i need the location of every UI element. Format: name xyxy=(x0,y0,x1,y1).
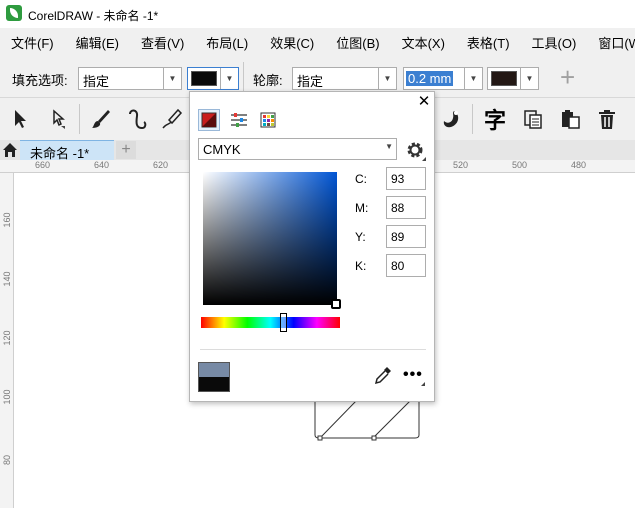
cyan-label: C: xyxy=(355,172,367,186)
document-tab[interactable]: 未命名 -1* xyxy=(20,140,114,161)
document-tab-label: 未命名 -1* xyxy=(30,146,90,161)
pick-tool-icon[interactable] xyxy=(5,104,35,134)
menu-effects[interactable]: 效果(C) xyxy=(259,33,325,52)
ruler-label: 100 xyxy=(2,389,12,405)
ruler-label: 620 xyxy=(153,160,169,170)
ruler-label: 80 xyxy=(2,455,12,466)
menu-text[interactable]: 文本(X) xyxy=(391,33,456,52)
title-bar: CorelDRAW - 未命名 -1* xyxy=(0,0,635,28)
shape-tool-icon[interactable] xyxy=(42,104,72,134)
text-tool-icon[interactable]: 字 xyxy=(480,104,510,134)
color-palettes-mode-icon[interactable] xyxy=(257,109,279,131)
chevron-down-icon: ▼ xyxy=(385,142,393,151)
ruler-label: 640 xyxy=(94,160,110,170)
menu-view[interactable]: 查看(V) xyxy=(130,33,195,52)
separator xyxy=(243,62,244,92)
add-preset-icon[interactable]: + xyxy=(560,64,575,90)
window-title: CorelDRAW - 未命名 -1* xyxy=(28,9,159,23)
eyedropper-icon[interactable] xyxy=(373,365,393,385)
calligraphy-tool-icon[interactable] xyxy=(157,104,187,134)
magenta-label: M: xyxy=(355,201,369,215)
hue-slider-handle[interactable] xyxy=(280,313,287,332)
menu-tools[interactable]: 工具(O) xyxy=(521,33,588,52)
color-field[interactable] xyxy=(203,172,337,305)
menu-window[interactable]: 窗口(W) xyxy=(587,33,635,52)
coreldraw-logo-icon xyxy=(6,5,22,21)
separator xyxy=(79,104,80,134)
fill-type-dropdown[interactable]: 指定 ▼ xyxy=(78,67,182,90)
color-sliders-mode-icon[interactable] xyxy=(228,109,250,131)
black-label: K: xyxy=(355,259,367,273)
chevron-down-icon: ▼ xyxy=(378,68,396,89)
ruler-label: 660 xyxy=(35,160,51,170)
yellow-input[interactable]: 89 xyxy=(386,225,426,248)
table-tool-icon[interactable] xyxy=(518,104,548,134)
magenta-input[interactable]: 88 xyxy=(386,196,426,219)
outline-color-swatch xyxy=(491,71,517,86)
menu-table[interactable]: 表格(T) xyxy=(456,33,521,52)
outline-label: 轮廓: xyxy=(253,73,283,88)
cyan-input[interactable]: 93 xyxy=(386,167,426,190)
divider xyxy=(200,349,426,350)
gear-icon[interactable] xyxy=(404,139,426,161)
outline-width-value[interactable]: 0.2 mm xyxy=(406,71,454,86)
new-color-swatch xyxy=(198,377,230,392)
fill-type-value: 指定 xyxy=(83,74,110,89)
paste-tool-icon[interactable] xyxy=(555,104,585,134)
separator xyxy=(472,104,473,134)
more-options-icon[interactable]: ••• xyxy=(403,366,423,384)
new-document-tab-button[interactable]: + xyxy=(116,141,136,159)
delete-tool-icon[interactable] xyxy=(592,104,622,134)
color-model-value: CMYK xyxy=(203,142,241,157)
menu-edit[interactable]: 编辑(E) xyxy=(65,33,130,52)
bezier-tool-icon[interactable] xyxy=(122,104,152,134)
outline-type-dropdown[interactable]: 指定 ▼ xyxy=(292,67,397,90)
menu-bitmaps[interactable]: 位图(B) xyxy=(325,33,390,52)
color-model-dropdown[interactable]: CMYK ▼ xyxy=(198,138,397,160)
menu-bar: 文件(F) 编辑(E) 查看(V) 布局(L) 效果(C) 位图(B) 文本(X… xyxy=(0,28,635,56)
artistic-media-tool-icon[interactable] xyxy=(86,104,116,134)
fill-color-swatch xyxy=(191,71,217,86)
ruler-label: 120 xyxy=(2,330,12,346)
fill-color-button[interactable]: ▼ xyxy=(187,67,239,90)
ruler-label: 160 xyxy=(2,212,12,228)
outline-color-button[interactable]: ▼ xyxy=(487,67,539,90)
menu-layout[interactable]: 布局(L) xyxy=(195,33,259,52)
outline-type-value: 指定 xyxy=(297,74,324,89)
chevron-down-icon: ▼ xyxy=(220,68,238,89)
corner-indicator xyxy=(421,382,425,386)
yellow-label: Y: xyxy=(355,230,366,244)
chevron-down-icon: ▼ xyxy=(464,68,482,89)
chevron-down-icon: ▼ xyxy=(163,68,181,89)
black-input[interactable]: 80 xyxy=(386,254,426,277)
ruler-label: 520 xyxy=(453,160,469,170)
color-viewer-mode-icon[interactable] xyxy=(198,109,220,131)
selection-node[interactable] xyxy=(317,435,323,441)
reference-color-swatch[interactable] xyxy=(198,362,230,377)
fill-color-popup: ✕ CMYK ▼ C: 93 M: 88 Y: 89 K: 80 ••• xyxy=(189,91,435,402)
color-field-handle[interactable] xyxy=(331,299,341,309)
outline-width-dropdown[interactable]: 0.2 mm ▼ xyxy=(403,67,483,90)
home-icon[interactable] xyxy=(1,141,19,159)
ruler-label: 480 xyxy=(571,160,587,170)
close-icon[interactable]: ✕ xyxy=(416,94,432,110)
selection-node[interactable] xyxy=(371,435,377,441)
chevron-down-icon: ▼ xyxy=(520,68,538,89)
menu-file[interactable]: 文件(F) xyxy=(0,33,65,52)
hue-slider[interactable] xyxy=(201,317,340,328)
interactive-tool-icon[interactable] xyxy=(436,104,466,134)
corner-indicator xyxy=(422,157,426,161)
ruler-label: 140 xyxy=(2,271,12,287)
fill-options-label: 填充选项: xyxy=(12,73,68,88)
ruler-label: 500 xyxy=(512,160,528,170)
vertical-ruler: 160 140 120 100 80 xyxy=(0,173,14,508)
